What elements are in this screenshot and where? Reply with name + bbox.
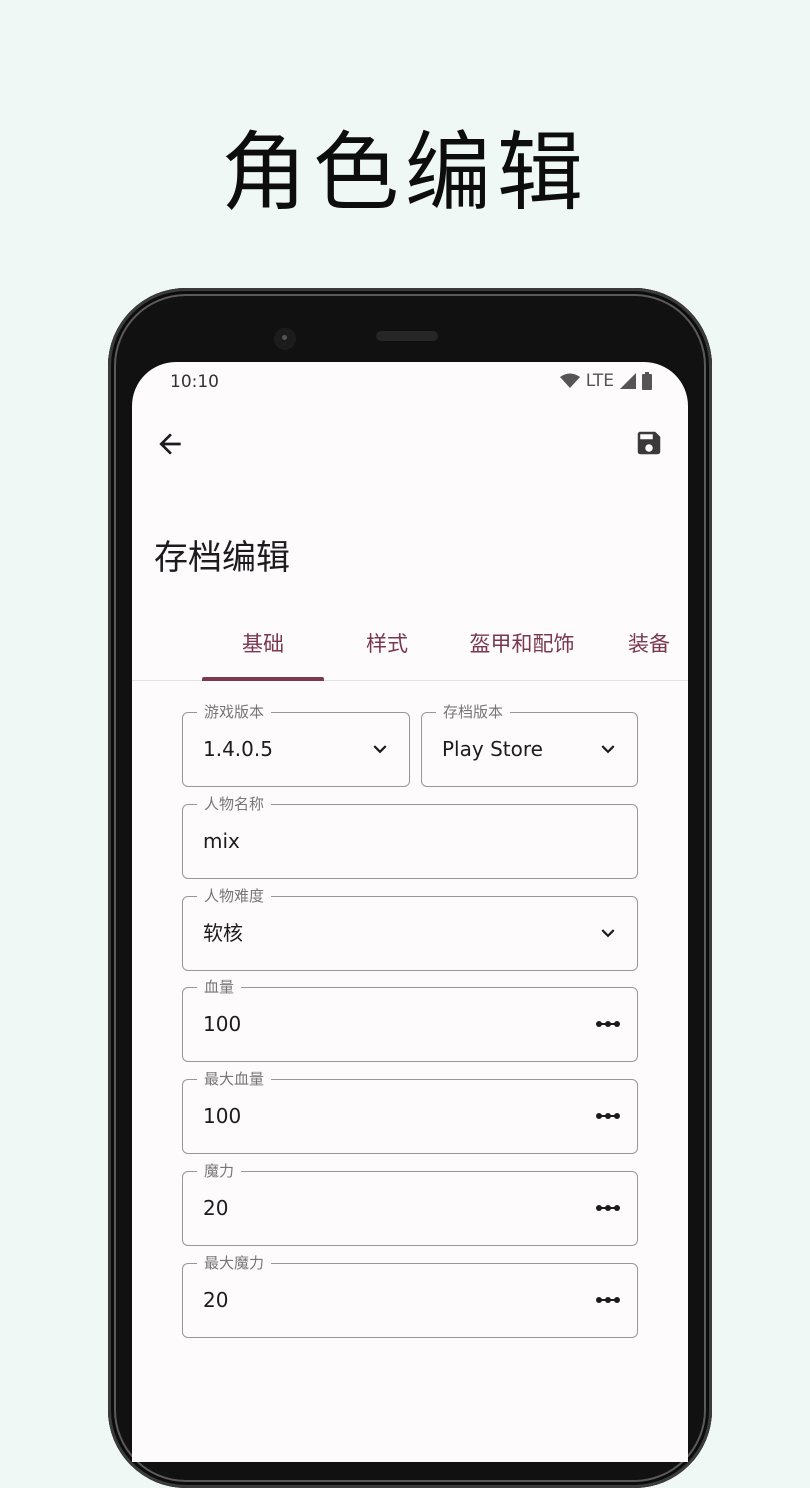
difficulty-value: 软核 [203,921,243,945]
difficulty-select[interactable]: 人物难度 软核 [182,886,638,971]
mana-label: 魔力 [197,1161,242,1181]
tab-bar: 基础 样式 盔甲和配饰 装备 [132,608,688,681]
front-camera [274,328,296,350]
chevron-down-icon [601,745,615,754]
save-version-value: Play Store [442,737,543,761]
more-dots-icon[interactable] [595,1102,621,1130]
mana-value: 20 [203,1196,229,1220]
back-button[interactable] [154,428,186,460]
more-dots-icon[interactable] [595,1194,621,1222]
tab-armor-accessories[interactable]: 盔甲和配饰 [454,608,590,680]
game-version-select[interactable]: 游戏版本 1.4.0.5 [182,702,410,787]
more-dots-icon[interactable] [595,1010,621,1038]
max-health-label: 最大血量 [197,1069,272,1089]
page-title: 存档编辑 [154,538,290,578]
network-type: LTE [585,371,614,391]
health-label: 血量 [197,977,242,997]
health-input[interactable]: 血量 100 [182,977,638,1062]
battery-icon [642,372,652,390]
app-screen: 10:10 LTE 存档编辑 基础 样式 盔甲和配饰 装备 游戏版本 1.4.0… [132,362,688,1462]
save-floppy-icon [637,431,661,455]
character-name-input[interactable]: 人物名称 mix [182,794,638,879]
chevron-down-icon [373,745,387,754]
arrow-back-icon [159,433,181,455]
game-version-label: 游戏版本 [197,702,272,722]
tab-basic[interactable]: 基础 [202,608,324,681]
signal-icon [620,373,636,389]
tab-equipment[interactable]: 装备 [628,608,688,680]
wifi-icon [559,373,580,388]
chevron-down-icon [601,929,615,938]
game-version-value: 1.4.0.5 [203,737,273,761]
save-version-label: 存档版本 [436,702,511,722]
mana-input[interactable]: 魔力 20 [182,1161,638,1246]
max-health-value: 100 [203,1104,242,1128]
max-health-input[interactable]: 最大血量 100 [182,1069,638,1154]
tab-style[interactable]: 样式 [342,608,432,680]
earpiece-speaker [376,331,438,341]
more-dots-icon[interactable] [595,1286,621,1314]
max-mana-input[interactable]: 最大魔力 20 [182,1253,638,1338]
save-version-select[interactable]: 存档版本 Play Store [421,702,638,787]
character-name-value: mix [203,829,240,853]
health-value: 100 [203,1012,242,1036]
difficulty-label: 人物难度 [197,886,272,906]
character-name-label: 人物名称 [197,794,272,814]
save-button[interactable] [634,428,664,458]
status-time: 10:10 [170,372,219,392]
max-mana-label: 最大魔力 [197,1253,272,1273]
max-mana-value: 20 [203,1288,229,1312]
promo-title: 角色编辑 [221,123,589,223]
status-bar: 10:10 LTE [132,362,688,402]
